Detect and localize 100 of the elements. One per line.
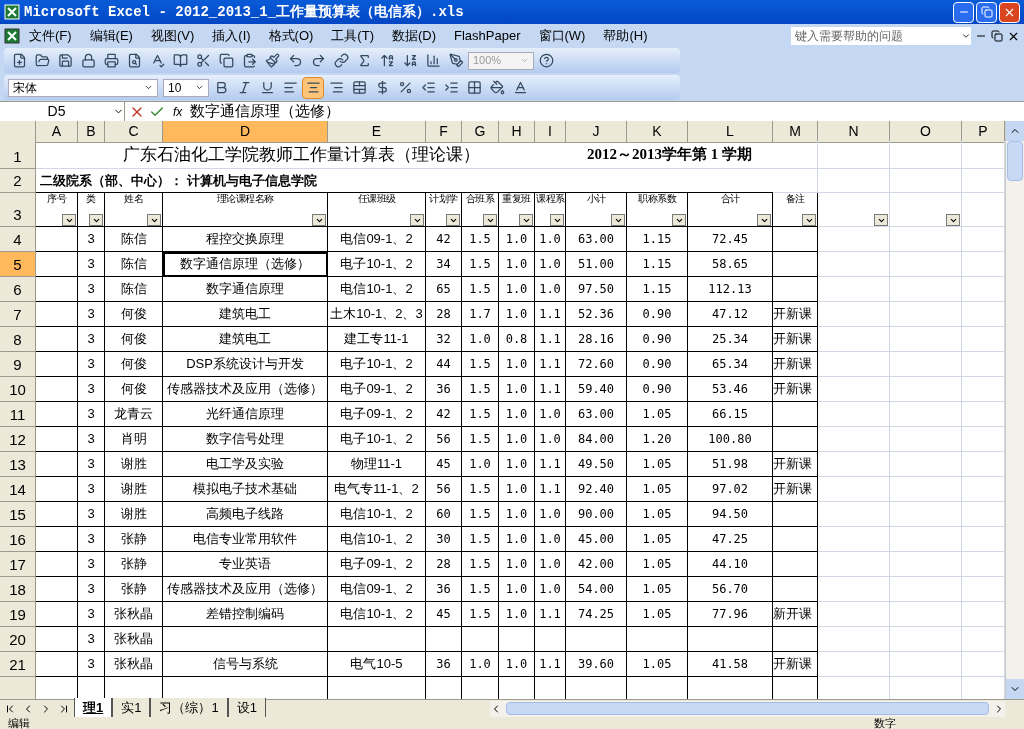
- column-header[interactable]: N: [818, 121, 890, 143]
- row-header[interactable]: 8: [0, 327, 36, 352]
- vertical-scrollbar[interactable]: [1005, 121, 1024, 699]
- sheet-tab[interactable]: 习（综）1: [150, 698, 228, 719]
- filter-dropdown[interactable]: [147, 214, 161, 226]
- column-header[interactable]: G: [462, 121, 499, 143]
- minimize-button[interactable]: [953, 1, 974, 23]
- row-header[interactable]: 16: [0, 527, 36, 552]
- column-header[interactable]: P: [962, 121, 1005, 143]
- table-cell: 1.1: [535, 302, 566, 327]
- row-header[interactable]: 4: [0, 227, 36, 252]
- row-header[interactable]: 1: [0, 141, 36, 169]
- filter-dropdown[interactable]: [410, 214, 424, 226]
- last-sheet-icon[interactable]: [58, 702, 70, 715]
- table-cell: 3: [78, 252, 105, 277]
- row-header[interactable]: 6: [0, 277, 36, 302]
- menu-item[interactable]: 窗口(W): [529, 26, 595, 46]
- row-header[interactable]: 13: [0, 452, 36, 477]
- menu-item[interactable]: 插入(I): [203, 26, 260, 46]
- insert-function-button[interactable]: fx: [173, 102, 183, 121]
- column-header[interactable]: L: [688, 121, 773, 143]
- column-header[interactable]: B: [78, 121, 105, 143]
- column-header[interactable]: J: [566, 121, 627, 143]
- row-header[interactable]: 3: [0, 193, 36, 227]
- menu-item[interactable]: 工具(T): [322, 26, 383, 46]
- close-button[interactable]: [999, 1, 1020, 23]
- table-cell: 1.05: [627, 652, 688, 677]
- menu-item[interactable]: 数据(D): [382, 26, 445, 46]
- row-header[interactable]: 20: [0, 627, 36, 652]
- filter-dropdown[interactable]: [672, 214, 686, 226]
- column-header[interactable]: D: [163, 121, 328, 143]
- scrollbar-thumb[interactable]: [1007, 141, 1023, 181]
- filter-dropdown[interactable]: [802, 214, 816, 226]
- filter-dropdown[interactable]: [550, 214, 564, 226]
- sheet-tab[interactable]: 理1: [74, 698, 113, 719]
- row-header[interactable]: 21: [0, 652, 36, 677]
- table-cell: [818, 252, 890, 277]
- horizontal-scrollbar[interactable]: [490, 700, 1005, 717]
- font-size-dropdown[interactable]: 10: [163, 78, 209, 97]
- row-header[interactable]: 18: [0, 577, 36, 602]
- column-header[interactable]: K: [627, 121, 688, 143]
- column-header[interactable]: F: [426, 121, 462, 143]
- column-header[interactable]: H: [499, 121, 535, 143]
- filter-dropdown[interactable]: [312, 214, 326, 226]
- filter-dropdown[interactable]: [446, 214, 460, 226]
- row-header[interactable]: 10: [0, 377, 36, 402]
- menu-item[interactable]: 文件(F): [20, 26, 81, 46]
- menu-item[interactable]: 编辑(E): [80, 26, 142, 46]
- row-header[interactable]: 14: [0, 477, 36, 502]
- table-cell: 49.50: [566, 452, 627, 477]
- filter-dropdown[interactable]: [483, 214, 497, 226]
- table-cell: 张静: [105, 577, 163, 602]
- column-header[interactable]: A: [36, 121, 78, 143]
- table-cell: 3: [78, 602, 105, 627]
- menu-item[interactable]: 帮助(H): [594, 26, 657, 46]
- menu-item[interactable]: FlashPaper: [445, 26, 530, 46]
- table-cell: 1.0: [499, 252, 535, 277]
- column-header[interactable]: M: [773, 121, 818, 143]
- filter-dropdown[interactable]: [611, 214, 625, 226]
- formula-field[interactable]: 数字通信原理（选修）: [190, 100, 341, 123]
- underline-icon: [259, 80, 275, 95]
- row-header[interactable]: 7: [0, 302, 36, 327]
- align-center-button[interactable]: [302, 76, 324, 99]
- table-cell: 1.0: [462, 652, 499, 677]
- column-header[interactable]: E: [328, 121, 426, 143]
- table-cell: 1.0: [535, 227, 566, 252]
- row-header[interactable]: 15: [0, 502, 36, 527]
- filter-dropdown[interactable]: [89, 214, 103, 226]
- table-cell: 1.0: [499, 602, 535, 627]
- filter-dropdown[interactable]: [519, 214, 533, 226]
- row-header[interactable]: 19: [0, 602, 36, 627]
- row-header[interactable]: 5: [0, 252, 36, 277]
- restore-button[interactable]: [976, 1, 997, 23]
- table-cell: [36, 477, 78, 502]
- sheet-tab[interactable]: 设1: [227, 698, 266, 719]
- row-header[interactable]: 12: [0, 427, 36, 452]
- menu-item[interactable]: 视图(V): [141, 26, 204, 46]
- row-header[interactable]: 2: [0, 169, 36, 193]
- table-cell: 3: [78, 502, 105, 527]
- table-cell: 建筑电工: [163, 302, 328, 327]
- row-header[interactable]: 17: [0, 552, 36, 577]
- table-cell: 电子09-1、2: [328, 402, 426, 427]
- filter-dropdown[interactable]: [946, 214, 960, 226]
- help-search-field[interactable]: 键入需要帮助的问题: [791, 27, 971, 45]
- first-sheet-icon[interactable]: [4, 702, 16, 715]
- table-cell: 电工学及实验: [163, 452, 328, 477]
- row-header[interactable]: 9: [0, 352, 36, 377]
- filter-dropdown[interactable]: [757, 214, 771, 226]
- column-header[interactable]: C: [105, 121, 163, 143]
- font-dropdown[interactable]: 宋体: [8, 78, 158, 97]
- sheet-tab[interactable]: 实1: [112, 698, 151, 719]
- column-header[interactable]: O: [890, 121, 962, 143]
- row-header[interactable]: 11: [0, 402, 36, 427]
- menu-item[interactable]: 格式(O): [259, 26, 323, 46]
- filter-dropdown[interactable]: [874, 214, 888, 226]
- filter-dropdown[interactable]: [62, 214, 76, 226]
- restore-icon[interactable]: [991, 30, 1003, 42]
- active-cell[interactable]: 数字通信原理（选修）: [163, 252, 328, 277]
- scrollbar-thumb[interactable]: [506, 702, 989, 715]
- column-header[interactable]: I: [535, 121, 566, 143]
